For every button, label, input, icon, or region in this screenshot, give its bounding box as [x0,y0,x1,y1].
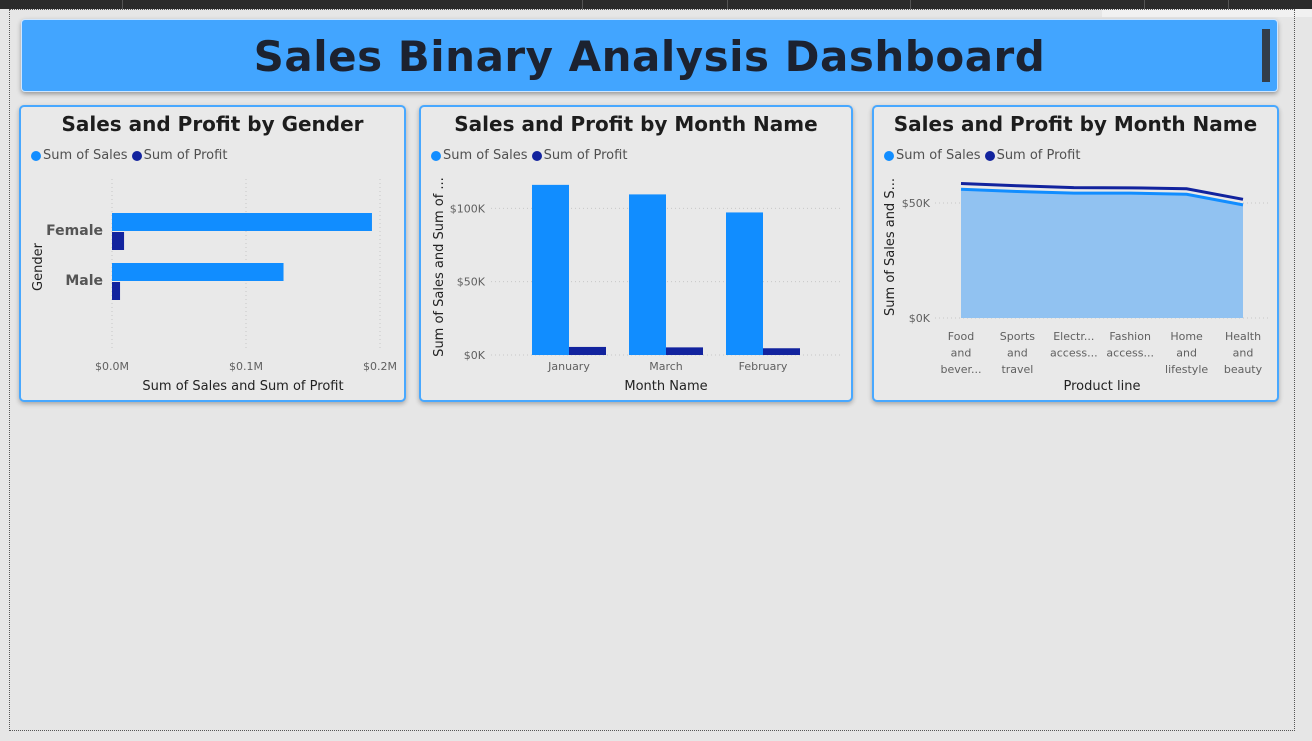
y-axis-title: Sum of Sales and S... [883,178,898,316]
x-tick-label: Electr... access... [1050,330,1098,360]
bar-profit [666,347,703,355]
x-axis-title: Sum of Sales and Sum of Profit [142,379,343,394]
bar-sales [112,263,284,281]
x-tick-label: Sports and travel [1000,330,1036,376]
y-tick-label: $100K [450,202,486,215]
x-tick-label: February [739,360,788,373]
y-tick-label: $50K [902,197,931,210]
x-tick-label: $0.1M [229,360,263,373]
x-axis-title: Month Name [624,379,707,394]
dashboard-title: Sales Binary Analysis Dashboard [253,32,1046,81]
y-tick-label: $0K [464,349,486,362]
bar-sales [726,212,763,355]
title-banner[interactable]: Sales Binary Analysis Dashboard [21,19,1278,92]
bar-profit [112,282,121,300]
y-tick-label: $0K [909,312,931,325]
y-axis-title: Gender [31,242,46,291]
category-label: Male [65,273,103,289]
bar-sales [629,194,666,355]
product-area-chart-card[interactable]: Sales and Profit by Month Name Sum of Sa… [872,105,1279,402]
x-tick-label: January [547,360,590,373]
x-tick-label: March [649,360,683,373]
product-area-plot: $0K $50K Food and bever... Sports and travel Ele… [883,178,1269,394]
month-column-chart-card[interactable]: Sales and Profit by Month Name Sum of Sa… [419,105,853,402]
x-tick-label: Fashion access... [1106,330,1154,360]
x-tick-label: $0.0M [95,360,129,373]
window-top-bar [0,0,1312,9]
area-fill-sales [961,189,1243,318]
x-tick-label: Home and lifestyle [1165,330,1208,376]
gender-bar-plot: $0.0M $0.1M $0.2M Female Male Sum of Sales an… [31,179,397,394]
bar-profit [763,348,800,355]
x-tick-label: Health and beauty [1224,330,1263,376]
y-axis-title: Sum of Sales and Sum of ... [432,177,447,357]
bar-sales [532,184,569,355]
x-axis-title: Product line [1064,379,1141,394]
bar-profit [569,346,606,355]
gender-bar-chart-card[interactable]: Sales and Profit by Gender Sum of Sales … [19,105,406,402]
x-tick-label: $0.2M [363,360,397,373]
bar-sales [112,213,372,231]
x-tick-label: Food and bever... [940,330,981,376]
banner-accent-bar [1262,29,1270,82]
y-tick-label: $50K [457,276,486,289]
category-label: Female [46,223,103,239]
bar-profit [112,232,125,250]
month-column-plot: $0K $50K $100K January March February Month Na… [432,177,841,394]
